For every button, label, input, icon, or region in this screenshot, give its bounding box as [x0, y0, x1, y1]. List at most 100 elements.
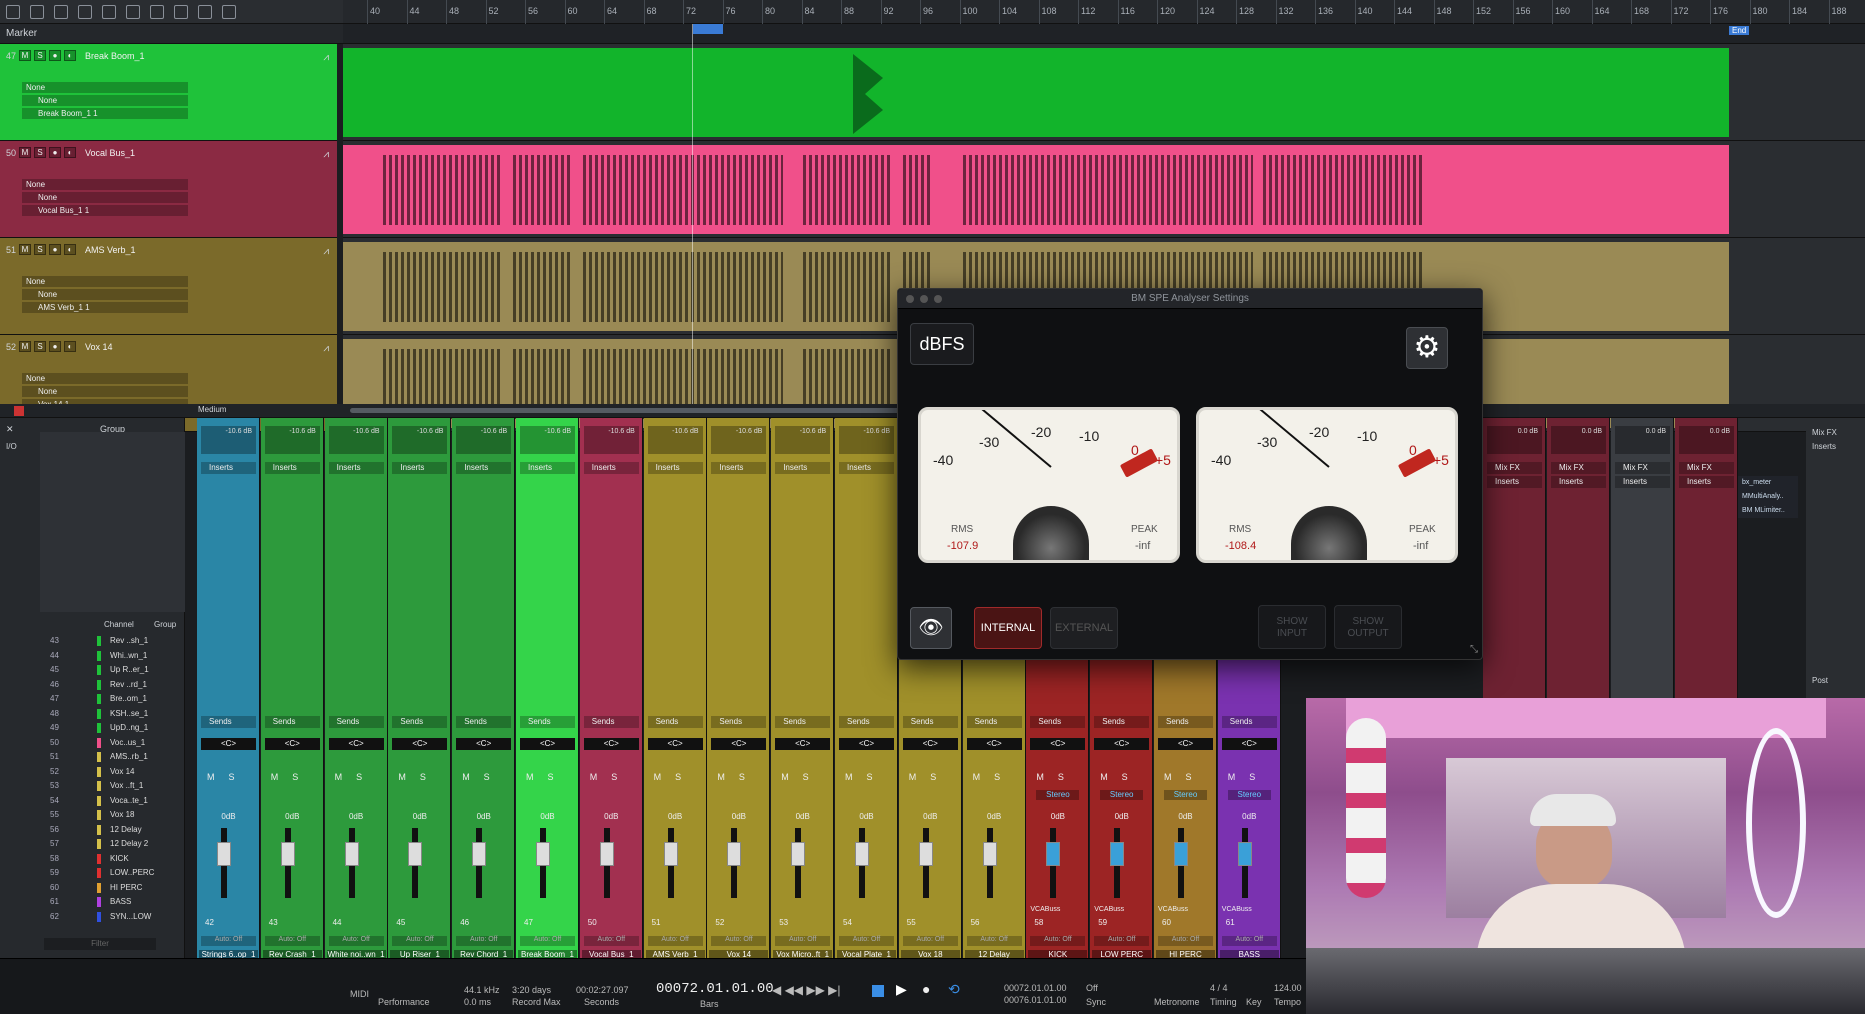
input-gain[interactable]: -10.6 dB — [201, 426, 256, 454]
channel-list-row[interactable]: 57 12 Delay 2 — [40, 837, 185, 852]
mix-fx-slot[interactable]: Mix FX — [1679, 462, 1734, 474]
mute-solo-buttons[interactable]: MS — [398, 772, 440, 782]
track-name[interactable]: Vox 14 — [85, 342, 113, 352]
pan-control[interactable]: <C> — [392, 738, 448, 750]
sends-slot[interactable]: Sends — [647, 716, 703, 728]
sends-slot[interactable]: Sends — [1221, 716, 1277, 728]
automation-mode[interactable]: Auto: Off — [647, 936, 703, 946]
fx-gain[interactable]: 0.0 dB — [1615, 426, 1670, 454]
external-button[interactable]: EXTERNAL — [1050, 607, 1118, 649]
automation-mode[interactable]: Auto: Off — [1030, 936, 1086, 946]
monitor-button[interactable]: ◐ — [64, 244, 77, 255]
solo-button[interactable]: S — [34, 341, 47, 352]
sync-off[interactable]: Off — [1086, 983, 1098, 993]
fader-cap[interactable] — [472, 842, 487, 866]
channel-column-header[interactable]: Channel — [104, 620, 134, 629]
sends-slot[interactable]: Sends — [1030, 716, 1086, 728]
window-minimize-icon[interactable] — [920, 295, 928, 303]
fader-cap[interactable] — [1237, 842, 1252, 866]
track-lane[interactable] — [343, 141, 1865, 238]
monitor-button[interactable]: ◐ — [64, 50, 77, 61]
fader-cap[interactable] — [1174, 842, 1188, 866]
io-label[interactable]: I/O — [6, 442, 17, 451]
solo-button[interactable]: S — [34, 50, 47, 61]
sends-slot[interactable]: Sends — [775, 716, 831, 728]
track-layer-field[interactable]: AMS Verb_1 1 — [22, 302, 188, 313]
stop-icon[interactable] — [872, 985, 884, 997]
track-name[interactable]: Vocal Bus_1 — [85, 148, 135, 158]
track-output-field[interactable]: None — [22, 192, 188, 203]
track-input-field[interactable]: None — [22, 82, 188, 93]
mix-fx-slot[interactable]: Mix FX — [1615, 462, 1670, 474]
analyser-titlebar[interactable]: BM SPE Analyser Settings — [898, 289, 1482, 309]
automation-icon[interactable]: ⩘ — [323, 246, 329, 257]
record-arm-button[interactable]: ● — [49, 341, 62, 352]
pan-control[interactable]: <C> — [966, 738, 1022, 750]
sends-slot[interactable]: Sends — [328, 716, 384, 728]
main-inserts[interactable]: Inserts — [1812, 442, 1836, 451]
inserts-slot[interactable]: Inserts — [392, 462, 448, 474]
automation-mode[interactable]: Auto: Off — [1158, 936, 1213, 946]
stereo-label[interactable]: Stereo — [1164, 790, 1207, 800]
sends-slot[interactable]: Sends — [201, 716, 256, 728]
insert-plugin[interactable]: bx_meter — [1738, 476, 1798, 490]
pan-control[interactable]: <C> — [520, 738, 575, 750]
filter-input[interactable]: Filter — [44, 938, 156, 950]
automation-mode[interactable]: Auto: Off — [1094, 936, 1150, 946]
channel-list-row[interactable]: 60 HI PERC — [40, 881, 185, 896]
pan-control[interactable]: <C> — [647, 738, 703, 750]
insert-plugin[interactable]: MMultiAnaly.. — [1738, 490, 1798, 504]
mute-solo-buttons[interactable]: MS — [1100, 772, 1142, 782]
fader-cap[interactable] — [1046, 842, 1061, 866]
sends-slot[interactable]: Sends — [1158, 716, 1213, 728]
mute-solo-buttons[interactable]: MS — [1164, 772, 1206, 782]
play-icon[interactable]: ▶ — [896, 981, 907, 998]
zoom-label[interactable]: Medium — [198, 405, 226, 414]
tempo-value[interactable]: 124.00 — [1274, 983, 1302, 993]
rewind-icon[interactable]: ◀ ◀◀ ▶▶ ▶| — [772, 983, 841, 997]
mute-button[interactable]: M — [19, 341, 32, 352]
sends-slot[interactable]: Sends — [902, 716, 958, 728]
fader-cap[interactable] — [536, 842, 550, 866]
pan-control[interactable]: <C> — [902, 738, 958, 750]
input-gain[interactable]: -10.6 dB — [647, 426, 703, 454]
record-arm-button[interactable]: ● — [49, 147, 62, 158]
automation-mode[interactable]: Auto: Off — [328, 936, 384, 946]
automation-mode[interactable]: Auto: Off — [201, 936, 256, 946]
track-header[interactable]: 47 M S ● ◐ Break Boom_1 None None Break Boom_1 1… — [0, 44, 337, 141]
resize-handle-icon[interactable]: ⤡ — [1470, 644, 1478, 655]
post-label[interactable]: Post — [1812, 676, 1828, 685]
channel-list-row[interactable]: 49 UpD..ng_1 — [40, 721, 185, 736]
pan-control[interactable]: <C> — [1030, 738, 1086, 750]
mute-solo-buttons[interactable]: MS — [654, 772, 696, 782]
eye-icon[interactable]: 👁 — [910, 607, 952, 649]
automation-mode[interactable]: Auto: Off — [456, 936, 512, 946]
sends-slot[interactable]: Sends — [839, 716, 894, 728]
channel-list-row[interactable]: 44 Whi..wn_1 — [40, 649, 185, 664]
inserts-slot[interactable]: Inserts — [201, 462, 256, 474]
pan-control[interactable]: <C> — [775, 738, 831, 750]
loop-icon[interactable] — [174, 4, 188, 19]
timeline-ruler[interactable]: 40 44 48 52 56 60 64 68 72 76 80 84 88 92 96 100 104 108 1… — [343, 0, 1865, 24]
menu-icon[interactable] — [6, 4, 20, 19]
settings-gear-icon[interactable]: ⚙ — [1406, 327, 1448, 369]
loop-left[interactable]: 00072.01.01.00 — [1004, 983, 1067, 993]
track-output-field[interactable]: None — [22, 289, 188, 300]
channel-list-row[interactable]: 52 Vox 14 — [40, 765, 185, 780]
automation-mode[interactable]: Auto: Off — [839, 936, 894, 946]
mute-solo-buttons[interactable]: MS — [781, 772, 823, 782]
mute-solo-buttons[interactable]: MS — [1228, 772, 1270, 782]
main-mix-fx[interactable]: Mix FX — [1812, 428, 1837, 437]
mute-solo-buttons[interactable]: MS — [973, 772, 1015, 782]
mute-solo-buttons[interactable]: MS — [717, 772, 759, 782]
track-output-field[interactable]: None — [22, 95, 188, 106]
add-track-icon[interactable] — [222, 4, 236, 19]
fx-gain[interactable]: 0.0 dB — [1487, 426, 1542, 454]
mute-solo-buttons[interactable]: MS — [462, 772, 504, 782]
channel-list-row[interactable]: 58 KICK — [40, 852, 185, 867]
automation-mode[interactable]: Auto: Off — [1221, 936, 1277, 946]
input-gain[interactable]: -10.6 dB — [583, 426, 639, 454]
track-input-field[interactable]: None — [22, 179, 188, 190]
sends-slot[interactable]: Sends — [583, 716, 639, 728]
scissors-tool-icon[interactable] — [78, 4, 92, 19]
